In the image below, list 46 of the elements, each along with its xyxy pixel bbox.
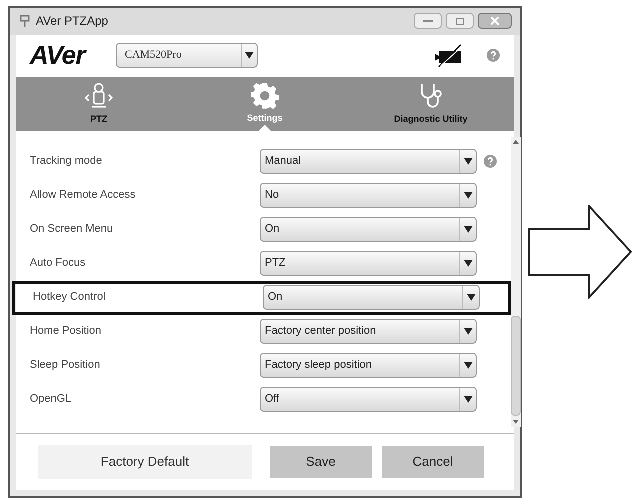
caret-icon <box>464 226 472 233</box>
setting-dropdown[interactable]: Factory center position <box>260 319 477 344</box>
caret-icon <box>245 52 254 59</box>
tab[interactable]: PTZ <box>16 76 182 130</box>
logo: AVer <box>30 39 88 72</box>
setting-label: Auto Focus <box>30 256 87 272</box>
camera-figure-icon <box>84 80 114 111</box>
footer-button[interactable]: Factory Default <box>38 444 252 478</box>
caret-icon <box>466 294 476 301</box>
setting-dropdown[interactable]: Off <box>260 387 477 412</box>
tab[interactable]: Diagnostic Utility <box>348 76 514 130</box>
caret-icon <box>464 362 472 369</box>
setting-label: OpenGL <box>30 392 73 408</box>
setting-dropdown[interactable]: Factory sleep position <box>260 353 477 378</box>
setting-label: On Screen Menu <box>30 222 114 238</box>
scroll-up-icon[interactable] <box>513 140 519 144</box>
scroll-down-icon[interactable] <box>513 420 519 424</box>
setting-dropdown[interactable]: On <box>263 285 480 310</box>
footer-button[interactable]: Cancel <box>382 446 484 478</box>
footer-button[interactable]: Save <box>270 446 372 478</box>
help-icon[interactable] <box>484 155 496 168</box>
caret-icon <box>464 328 472 335</box>
caret-icon <box>464 396 472 403</box>
setting-label: Sleep Position <box>30 358 102 374</box>
camera-select[interactable]: CAM520Pro <box>116 43 258 68</box>
tab-pointer <box>259 124 271 130</box>
caret-icon <box>464 260 472 267</box>
setting-label: Tracking mode <box>30 154 104 170</box>
scrollbar[interactable] <box>511 136 521 426</box>
close-icon <box>491 17 499 25</box>
app-icon <box>18 14 32 28</box>
close-button[interactable] <box>478 13 512 29</box>
gear-icon <box>251 82 279 110</box>
setting-dropdown[interactable]: PTZ <box>260 251 477 276</box>
caret-icon <box>464 158 472 165</box>
window-title: AVer PTZApp <box>36 13 110 30</box>
maximize-button[interactable] <box>446 13 474 29</box>
setting-label: Hotkey Control <box>33 290 107 306</box>
setting-dropdown[interactable]: On <box>260 217 477 242</box>
minimize-button[interactable] <box>414 13 442 29</box>
help-icon[interactable] <box>487 49 500 62</box>
setting-label: Allow Remote Access <box>30 188 137 204</box>
setting-dropdown[interactable]: Manual <box>260 149 477 174</box>
caret-icon <box>464 192 472 199</box>
setting-dropdown[interactable]: No <box>260 183 477 208</box>
setting-label: Home Position <box>30 324 103 340</box>
